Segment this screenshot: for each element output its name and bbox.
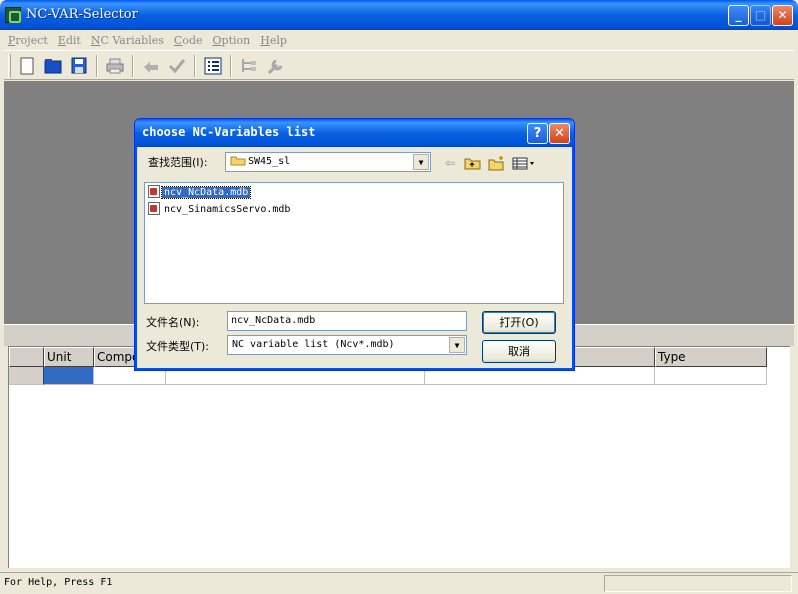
toolbar-separator	[230, 55, 232, 77]
filetype-value: NC variable list (Ncv*.mdb)	[232, 339, 395, 350]
database-file-icon	[148, 185, 160, 198]
toolbar-separator	[194, 55, 196, 77]
menu-help[interactable]: Help	[256, 34, 293, 47]
main-title-bar: NC-VAR-Selector _ □ ✕	[0, 0, 798, 30]
dialog-title: choose NC-Variables list	[142, 125, 316, 139]
save-icon[interactable]	[68, 55, 90, 77]
window-title: NC-VAR-Selector	[26, 7, 138, 22]
toolbar-grip[interactable]	[8, 54, 11, 78]
grid-row-header[interactable]	[9, 367, 44, 385]
toolbar	[4, 50, 794, 80]
back-icon[interactable]: ⇦	[441, 155, 459, 171]
grid-cell[interactable]	[655, 367, 767, 385]
menu-nc-variables[interactable]: NC Variables	[87, 34, 170, 47]
dialog-close-button[interactable]: ✕	[549, 123, 570, 144]
wrench-icon[interactable]	[264, 55, 286, 77]
look-in-combo[interactable]: SW45_sl ▼	[225, 152, 431, 172]
new-file-icon[interactable]	[16, 55, 38, 77]
status-pane	[604, 575, 792, 592]
check-icon[interactable]	[166, 55, 188, 77]
app-icon	[5, 7, 21, 23]
status-bar: For Help, Press F1	[0, 572, 798, 594]
filename-input[interactable]: ncv_NcData.mdb	[227, 311, 467, 331]
filename-label: 文件名(N):	[146, 316, 200, 329]
minimize-button[interactable]: _	[728, 5, 749, 26]
database-file-icon	[148, 202, 160, 215]
dialog-help-button[interactable]: ?	[527, 123, 548, 144]
menu-code[interactable]: Code	[170, 34, 209, 47]
grid-header-type[interactable]: Type	[655, 347, 767, 367]
grid-header-corner[interactable]	[9, 347, 44, 367]
tree-icon[interactable]	[238, 55, 260, 77]
list-icon[interactable]	[202, 55, 224, 77]
grid-cell-selected[interactable]	[44, 367, 94, 385]
dialog-body: 查找范围(I): SW45_sl ▼ ⇦ ncv_NcData.mdb ncv_…	[138, 147, 573, 369]
file-item-ncdata[interactable]: ncv_NcData.mdb	[148, 185, 252, 201]
view-menu-icon[interactable]	[512, 155, 538, 171]
menu-bar: Project Edit NC Variables Code Option He…	[4, 30, 794, 50]
cancel-button[interactable]: 取消	[482, 340, 556, 363]
menu-option[interactable]: Option	[209, 34, 257, 47]
new-folder-icon[interactable]	[488, 155, 506, 171]
folder-icon	[230, 156, 246, 166]
filetype-dropdown-icon[interactable]: ▼	[449, 337, 465, 353]
toolbar-separator	[132, 55, 134, 77]
filetype-label: 文件类型(T):	[146, 340, 210, 353]
maximize-button[interactable]: □	[750, 5, 771, 26]
choose-file-dialog: choose NC-Variables list ? ✕ 查找范围(I): SW…	[134, 118, 575, 371]
undo-icon[interactable]	[140, 55, 162, 77]
open-folder-icon[interactable]	[42, 55, 64, 77]
look-in-label: 查找范围(I):	[148, 156, 208, 169]
look-in-dropdown-icon[interactable]: ▼	[413, 154, 429, 170]
open-button[interactable]: 打开(O)	[482, 311, 556, 334]
file-item-sinamics[interactable]: ncv_SinamicsServo.mdb	[148, 202, 292, 218]
file-list[interactable]: ncv_NcData.mdb ncv_SinamicsServo.mdb	[144, 182, 564, 304]
menu-edit[interactable]: Edit	[54, 34, 87, 47]
variables-grid[interactable]: Unit Compo Type	[8, 346, 790, 568]
look-in-value: SW45_sl	[248, 156, 291, 167]
status-text: For Help, Press F1	[4, 577, 113, 588]
dialog-title-bar: choose NC-Variables list ? ✕	[135, 119, 574, 147]
up-folder-icon[interactable]	[464, 155, 482, 171]
grid-header-unit[interactable]: Unit	[44, 347, 94, 367]
print-icon[interactable]	[104, 55, 126, 77]
close-button[interactable]: ✕	[772, 5, 793, 26]
menu-project[interactable]: Project	[4, 34, 54, 47]
filetype-combo[interactable]: NC variable list (Ncv*.mdb) ▼	[227, 335, 467, 355]
toolbar-separator	[96, 55, 98, 77]
